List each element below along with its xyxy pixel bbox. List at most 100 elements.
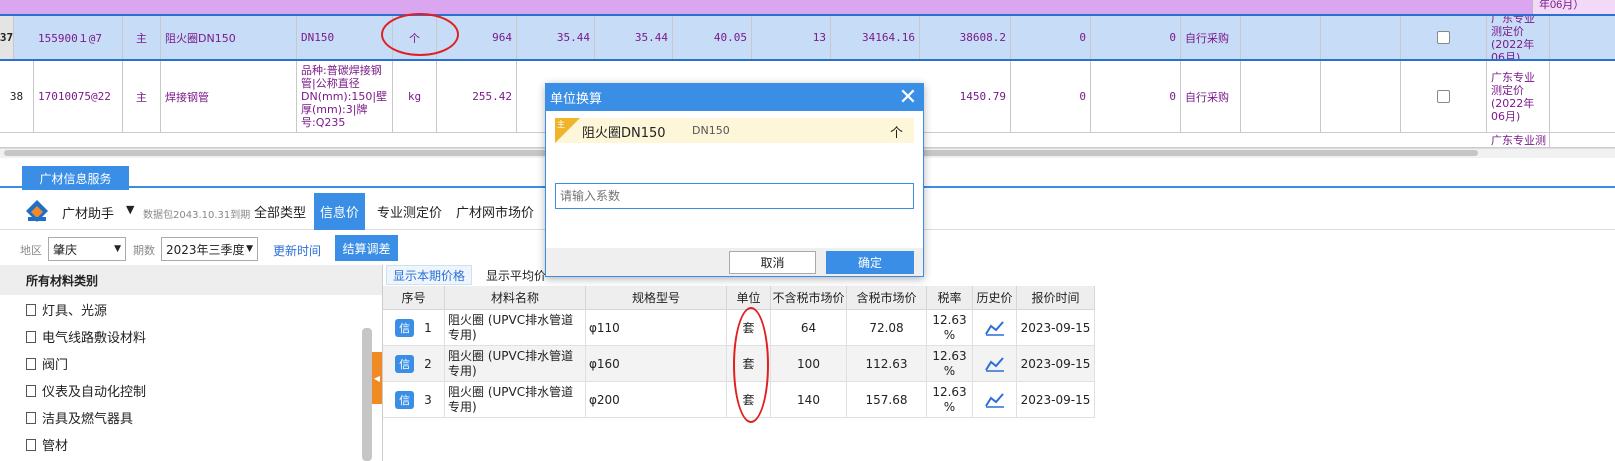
value-cell[interactable]: 0: [1091, 16, 1181, 59]
quote-date: 2023-09-15: [1017, 310, 1095, 346]
vertical-scrollbar[interactable]: [362, 328, 372, 461]
checkbox[interactable]: [1437, 90, 1450, 103]
category-item[interactable]: 灯具、光源: [26, 300, 107, 319]
spec: φ160: [586, 346, 727, 382]
tag-label: 主: [557, 120, 565, 129]
filter-tab-all[interactable]: 全部类型: [248, 193, 312, 230]
type-cell[interactable]: 主: [123, 61, 161, 132]
period-select[interactable]: 2023年三季度 ▼: [161, 237, 258, 261]
category-label: 仪表及自动化控制: [42, 385, 147, 400]
update-time-link[interactable]: 更新时间: [273, 242, 321, 259]
note-cell[interactable]: 广东专业测定价(2022年06月): [1487, 61, 1550, 132]
col-header[interactable]: 不含税市场价: [771, 286, 847, 310]
subtab-current-price[interactable]: 显示本期价格: [386, 265, 473, 285]
coefficient-input[interactable]: [555, 183, 914, 209]
filter-tab-info-price[interactable]: 信息价: [314, 193, 366, 230]
index-cell: 信2: [383, 346, 445, 382]
category-item[interactable]: 阀门: [26, 354, 68, 373]
brand-name[interactable]: 广材助手: [62, 203, 114, 222]
filter-tab-professional[interactable]: 专业测定价: [371, 193, 448, 230]
supply-cell[interactable]: 自行采购: [1181, 61, 1241, 132]
ok-button[interactable]: 确定: [826, 251, 914, 274]
col-header[interactable]: 序号: [383, 286, 445, 310]
type-cell[interactable]: 主: [123, 16, 161, 59]
qty-cell[interactable]: 255.42: [437, 61, 517, 132]
material-name: 阻火圈 (UPVC排水管道专用): [445, 382, 586, 418]
quote-date: 2023-09-15: [1017, 346, 1095, 382]
spec-cell[interactable]: DN150: [297, 16, 393, 59]
value-cell[interactable]: 0: [1091, 61, 1181, 132]
price-cell[interactable]: 35.44: [595, 16, 673, 59]
code-cell[interactable]: 155900１@7: [34, 16, 123, 59]
checkbox[interactable]: [1437, 31, 1450, 44]
document-icon: [26, 330, 36, 343]
brand-logo-icon: [26, 200, 48, 222]
amount-cell[interactable]: 1450.79: [920, 61, 1011, 132]
info-badge: 信: [395, 390, 415, 409]
empty-cell[interactable]: [1321, 61, 1401, 132]
settle-button[interactable]: 结算调差: [335, 235, 398, 261]
category-label: 电气线路敷设材料: [42, 331, 147, 346]
price-cell[interactable]: 35.44: [517, 16, 595, 59]
col-header[interactable]: 规格型号: [586, 286, 727, 310]
dialog-item-name: 阻火圈DN150: [582, 126, 666, 141]
supply-cell[interactable]: 自行采购: [1181, 16, 1241, 59]
value-cell[interactable]: 0: [1011, 16, 1091, 59]
row-no: 1: [424, 320, 432, 335]
note-cell[interactable]: 广东专业测定价(2022年06月): [1487, 16, 1550, 59]
subtab-average-price[interactable]: 显示平均价: [480, 265, 552, 285]
name-cell[interactable]: 阻火圈DN150: [161, 16, 297, 59]
category-item[interactable]: 管材: [26, 435, 68, 454]
collapse-arrow-icon[interactable]: ◀: [372, 352, 382, 404]
value-cell[interactable]: 0: [1011, 61, 1091, 132]
empty-cell[interactable]: [1321, 16, 1401, 59]
row-number: 37: [0, 16, 14, 59]
row-checkbox-cell[interactable]: [1401, 16, 1487, 59]
col-header[interactable]: 报价时间: [1017, 286, 1095, 310]
rate-cell[interactable]: 13: [752, 16, 831, 59]
history-chart-icon[interactable]: [973, 310, 1017, 346]
category-item[interactable]: 洁具及燃气器具: [26, 408, 133, 427]
dialog-item-unit: 个: [890, 126, 904, 141]
price-excl-tax: 100: [771, 346, 847, 382]
price-cell[interactable]: 40.05: [673, 16, 752, 59]
price-incl-tax: 112.63: [847, 346, 927, 382]
region-label: 地区: [20, 244, 42, 257]
chevron-down-icon: ▼: [114, 244, 121, 254]
empty-cell[interactable]: [1241, 61, 1321, 132]
note-cell[interactable]: 广东专业测: [1487, 133, 1550, 147]
category-label: 阀门: [42, 358, 69, 373]
dialog-item-spec: DN150: [692, 124, 730, 137]
tab-material-info[interactable]: 广材信息服务: [22, 166, 129, 190]
index-cell: 信1: [383, 310, 445, 346]
amount-cell[interactable]: 38608.2: [920, 16, 1011, 59]
filter-tab-market[interactable]: 广材网市场价: [450, 193, 540, 230]
amount-cell[interactable]: 34164.16: [831, 16, 920, 59]
category-label: 管材: [42, 439, 69, 454]
row-checkbox-cell[interactable]: [1401, 61, 1487, 132]
col-header[interactable]: 历史价: [973, 286, 1017, 310]
name-cell[interactable]: 焊接钢管: [161, 61, 297, 132]
col-header[interactable]: 材料名称: [445, 286, 586, 310]
code-cell[interactable]: 17010075@22: [34, 61, 123, 132]
document-icon: [26, 357, 36, 370]
category-item[interactable]: 仪表及自动化控制: [26, 381, 146, 400]
cancel-button[interactable]: 取消: [729, 251, 816, 274]
close-icon[interactable]: ✕: [895, 84, 921, 110]
region-select[interactable]: 肇庆 ▼: [48, 237, 126, 261]
period-value: 2023年三季度: [166, 242, 245, 257]
region-value: 肇庆: [53, 242, 78, 257]
col-header[interactable]: 税率: [927, 286, 973, 310]
chevron-down-icon[interactable]: ▼: [126, 203, 134, 216]
price-excl-tax: 64: [771, 310, 847, 346]
table-row-37[interactable]: 37 155900１@7 主 阻火圈DN150 DN150 个 964 35.4…: [0, 14, 1615, 61]
empty-cell[interactable]: [1241, 16, 1321, 59]
category-item[interactable]: 电气线路敷设材料: [26, 327, 146, 346]
col-header[interactable]: 含税市场价: [847, 286, 927, 310]
spec-cell[interactable]: 品种:普碳焊接钢管|公称直径DN(mm):150|壁厚(mm):3|牌号:Q23…: [297, 61, 393, 132]
header-band: [0, 0, 1532, 14]
tax-rate: 12.63 %: [927, 346, 973, 382]
history-chart-icon[interactable]: [973, 346, 1017, 382]
history-chart-icon[interactable]: [973, 382, 1017, 418]
unit-cell[interactable]: kg: [393, 61, 437, 132]
